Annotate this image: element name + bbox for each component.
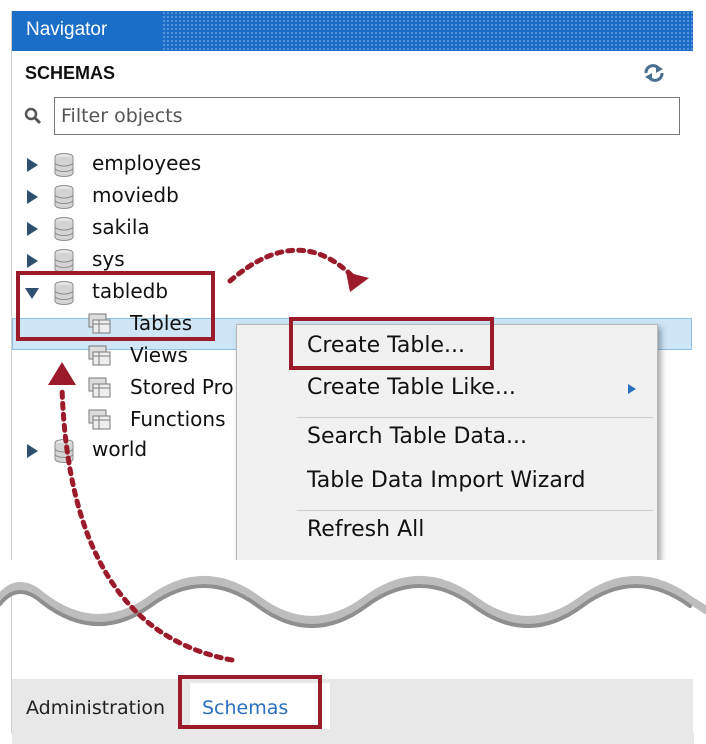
annotation-arrows <box>48 247 369 663</box>
